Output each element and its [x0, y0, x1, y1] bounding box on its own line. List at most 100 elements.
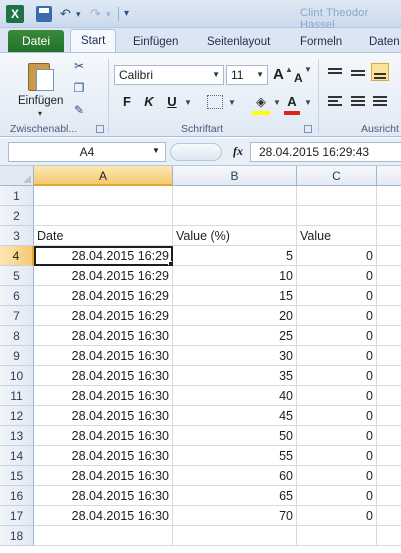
cell-b16[interactable]: 65: [173, 486, 297, 506]
cell-a15[interactable]: 28.04.2015 16:30: [34, 466, 173, 486]
name-box[interactable]: A4: [8, 142, 166, 162]
cell-d2[interactable]: [377, 206, 401, 226]
font-size-select[interactable]: 11 ▼: [226, 65, 268, 85]
cell-b13[interactable]: 50: [173, 426, 297, 446]
cut-icon[interactable]: ✂: [72, 59, 86, 73]
row-header[interactable]: 9: [0, 346, 34, 366]
row-header[interactable]: 11: [0, 386, 34, 406]
row-header[interactable]: 7: [0, 306, 34, 326]
cell-c10[interactable]: 0: [297, 366, 377, 386]
formula-bar-resize-handle[interactable]: [170, 143, 222, 161]
column-header-b[interactable]: B: [173, 166, 297, 186]
cell-b17[interactable]: 70: [173, 506, 297, 526]
cell-d11[interactable]: [377, 386, 401, 406]
undo-dropdown-icon[interactable]: ▾: [76, 6, 81, 22]
excel-logo-icon[interactable]: X: [6, 5, 24, 23]
align-top-icon[interactable]: [326, 63, 344, 81]
cell-c16[interactable]: 0: [297, 486, 377, 506]
cell-c17[interactable]: 0: [297, 506, 377, 526]
cell-c9[interactable]: 0: [297, 346, 377, 366]
cell-a10[interactable]: 28.04.2015 16:30: [34, 366, 173, 386]
fill-color-dropdown-icon[interactable]: ▼: [273, 98, 281, 107]
underline-button[interactable]: U: [164, 93, 180, 111]
row-header[interactable]: 2: [0, 206, 34, 226]
cell-b2[interactable]: [173, 206, 297, 226]
cell-d5[interactable]: [377, 266, 401, 286]
column-header-d[interactable]: [377, 166, 401, 186]
formula-input[interactable]: 28.04.2015 16:29:43: [250, 142, 401, 162]
cell-a14[interactable]: 28.04.2015 16:30: [34, 446, 173, 466]
cell-b11[interactable]: 40: [173, 386, 297, 406]
cell-d12[interactable]: [377, 406, 401, 426]
cell-a3[interactable]: Date: [34, 226, 173, 246]
italic-button[interactable]: K: [141, 93, 157, 111]
fill-color-icon[interactable]: ◈: [252, 93, 270, 111]
cell-a18[interactable]: [34, 526, 173, 546]
cell-b14[interactable]: 55: [173, 446, 297, 466]
cell-a2[interactable]: [34, 206, 173, 226]
cell-c4[interactable]: 0: [297, 246, 377, 266]
cell-d3[interactable]: [377, 226, 401, 246]
row-header[interactable]: 14: [0, 446, 34, 466]
row-header[interactable]: 1: [0, 186, 34, 206]
shrink-font-icon[interactable]: A: [294, 70, 303, 86]
cell-d14[interactable]: [377, 446, 401, 466]
cell-c11[interactable]: 0: [297, 386, 377, 406]
cell-d15[interactable]: [377, 466, 401, 486]
row-header[interactable]: 10: [0, 366, 34, 386]
cell-c5[interactable]: 0: [297, 266, 377, 286]
cell-d1[interactable]: [377, 186, 401, 206]
font-name-select[interactable]: Calibri ▼: [114, 65, 224, 85]
tab-start[interactable]: Start: [70, 29, 117, 53]
font-launcher-icon[interactable]: [304, 125, 312, 133]
borders-icon[interactable]: [207, 95, 223, 109]
cell-d6[interactable]: [377, 286, 401, 306]
cell-c1[interactable]: [297, 186, 377, 206]
cell-b4[interactable]: 5: [173, 246, 297, 266]
cell-a17[interactable]: 28.04.2015 16:30: [34, 506, 173, 526]
cell-c14[interactable]: 0: [297, 446, 377, 466]
cell-d8[interactable]: [377, 326, 401, 346]
cell-a13[interactable]: 28.04.2015 16:30: [34, 426, 173, 446]
cell-b6[interactable]: 15: [173, 286, 297, 306]
cell-b10[interactable]: 35: [173, 366, 297, 386]
redo-dropdown-icon[interactable]: ▾: [106, 6, 111, 22]
row-header[interactable]: 4: [0, 246, 34, 266]
paste-icon[interactable]: [24, 59, 58, 93]
row-header[interactable]: 5: [0, 266, 34, 286]
row-header[interactable]: 16: [0, 486, 34, 506]
align-bottom-icon[interactable]: [371, 63, 389, 81]
row-header[interactable]: 6: [0, 286, 34, 306]
cell-a1[interactable]: [34, 186, 173, 206]
cell-c15[interactable]: 0: [297, 466, 377, 486]
tab-daten[interactable]: Daten: [369, 32, 400, 52]
paste-dropdown-icon[interactable]: ▾: [38, 109, 42, 118]
select-all-button[interactable]: [0, 166, 34, 186]
cell-a4[interactable]: 28.04.2015 16:29: [34, 246, 173, 266]
grow-font-icon[interactable]: A: [273, 67, 284, 83]
cell-b8[interactable]: 25: [173, 326, 297, 346]
font-color-icon[interactable]: A: [284, 93, 300, 111]
undo-icon[interactable]: ↶: [60, 6, 71, 22]
tab-seitenlayout[interactable]: Seitenlayout: [207, 32, 270, 52]
cell-c13[interactable]: 0: [297, 426, 377, 446]
font-color-dropdown-icon[interactable]: ▼: [304, 98, 312, 107]
cell-b9[interactable]: 30: [173, 346, 297, 366]
cell-b7[interactable]: 20: [173, 306, 297, 326]
cell-a12[interactable]: 28.04.2015 16:30: [34, 406, 173, 426]
cell-c3[interactable]: Value: [297, 226, 377, 246]
format-painter-icon[interactable]: ✎: [72, 103, 86, 117]
row-header[interactable]: 15: [0, 466, 34, 486]
save-icon[interactable]: [36, 6, 52, 22]
cell-c2[interactable]: [297, 206, 377, 226]
tab-formeln[interactable]: Formeln: [300, 32, 342, 52]
clipboard-launcher-icon[interactable]: [96, 125, 104, 133]
cell-b1[interactable]: [173, 186, 297, 206]
redo-icon[interactable]: ↷: [90, 6, 101, 22]
row-header[interactable]: 3: [0, 226, 34, 246]
cell-c8[interactable]: 0: [297, 326, 377, 346]
cell-c12[interactable]: 0: [297, 406, 377, 426]
insert-function-button[interactable]: fx: [233, 144, 243, 159]
cell-a5[interactable]: 28.04.2015 16:29: [34, 266, 173, 286]
cell-d18[interactable]: [377, 526, 401, 546]
